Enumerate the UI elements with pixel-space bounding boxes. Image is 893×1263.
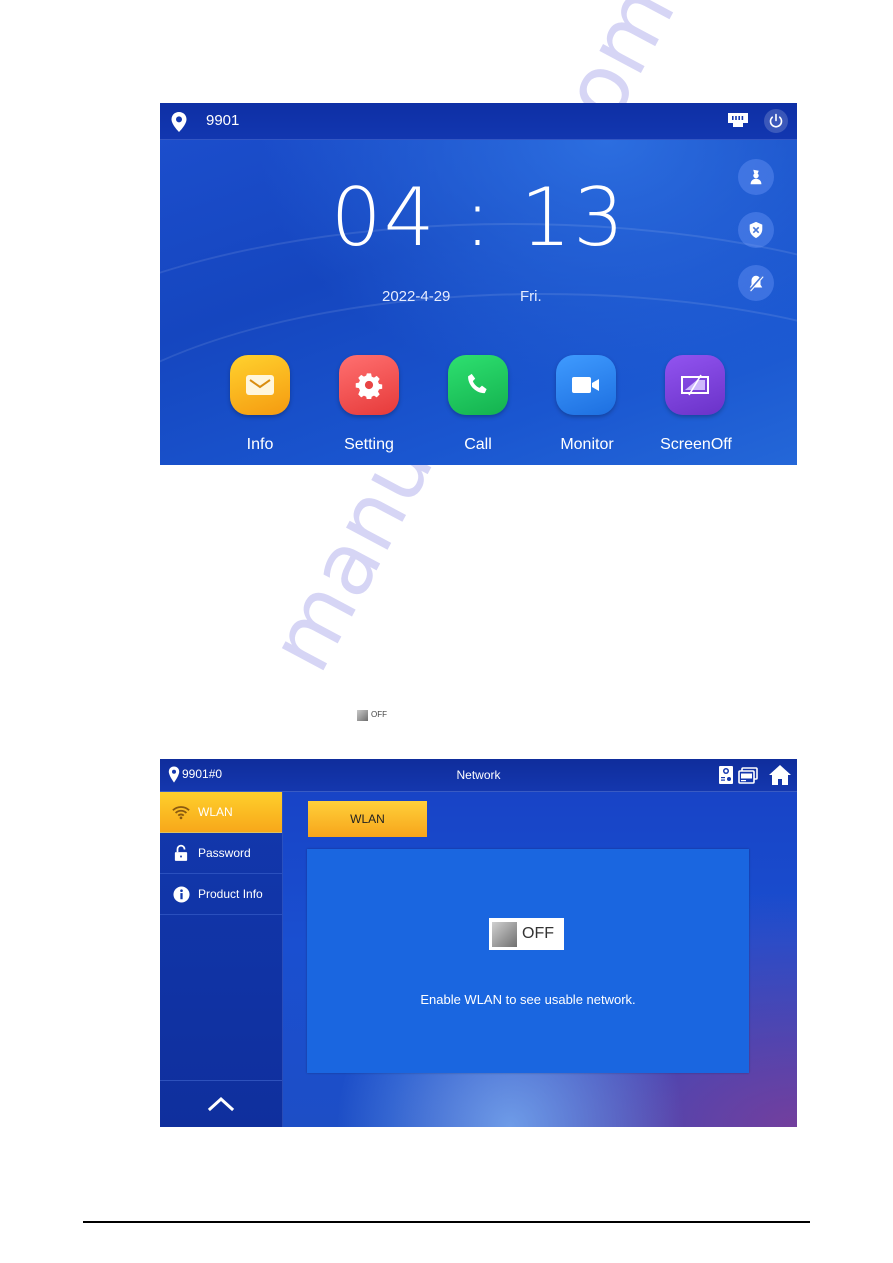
network-cable-icon: [728, 113, 748, 127]
sidebar-item-product-info[interactable]: Product Info: [160, 874, 282, 915]
info-app-button[interactable]: [230, 355, 290, 415]
toggle-knob: [357, 710, 368, 721]
monitor-app-label: Monitor: [560, 436, 614, 453]
power-button[interactable]: [764, 109, 788, 133]
info-app-label: Info: [246, 436, 274, 453]
dnd-mute-icon: [749, 275, 764, 292]
setting-app-button[interactable]: [339, 355, 399, 415]
toggle-label: OFF: [522, 925, 554, 942]
screenoff-app-label: ScreenOff: [660, 436, 732, 453]
chevron-up-icon: [207, 1096, 235, 1112]
wlan-message: Enable WLAN to see usable network.: [420, 992, 636, 1007]
inline-off-toggle-glyph: OFF: [357, 710, 397, 722]
tab-wlan[interactable]: WLAN: [308, 801, 427, 837]
date: 2022-4-29: [382, 288, 451, 305]
screen-off-icon: [681, 374, 709, 396]
sidebar-item-wlan[interactable]: WLAN: [160, 792, 282, 833]
gear-icon: [355, 373, 383, 399]
sidebar: WLAN Password Product Info: [160, 792, 283, 1127]
room-number: 9901: [206, 112, 240, 129]
sidebar-item-label: WLAN: [198, 805, 233, 819]
camera-icon: [572, 377, 599, 393]
sidebar-item-label: Password: [198, 846, 251, 860]
wlan-toggle[interactable]: OFF: [489, 918, 564, 950]
power-icon: [769, 113, 783, 128]
unlock-icon: [170, 843, 192, 863]
call-app-label: Call: [464, 436, 492, 453]
info-icon: [170, 884, 192, 904]
dnd-button[interactable]: [738, 265, 774, 301]
toggle-knob: [492, 921, 517, 947]
setting-app-label: Setting: [344, 436, 394, 453]
network-screen: 9901#0 Network WLAN Password Product Inf…: [160, 759, 797, 1127]
mail-icon: [246, 375, 274, 395]
scroll-up-button[interactable]: [160, 1080, 282, 1127]
call-app-button[interactable]: [448, 355, 508, 415]
door-station-icon[interactable]: [718, 765, 734, 785]
wlan-panel: OFF Enable WLAN to see usable network.: [307, 849, 749, 1073]
home-screen: 9901 04 : 13 2022-4-29 Fri. Info Setting…: [160, 103, 797, 465]
screenoff-app-button[interactable]: [665, 355, 725, 415]
inline-off-label: OFF: [371, 710, 387, 719]
status-bar: [160, 103, 797, 140]
phone-icon: [468, 373, 487, 394]
page-title: Network: [456, 768, 501, 782]
monitor-windows-icon[interactable]: [738, 767, 758, 784]
monitor-app-button[interactable]: [556, 355, 616, 415]
location-pin-icon: [171, 112, 187, 132]
sidebar-item-label: Product Info: [198, 887, 263, 901]
sidebar-item-password[interactable]: Password: [160, 833, 282, 874]
weekday: Fri.: [520, 288, 542, 305]
clock: 04 : 13: [330, 171, 627, 264]
home-icon[interactable]: [768, 764, 792, 786]
footer-divider: [83, 1221, 810, 1223]
wifi-icon: [170, 802, 192, 822]
